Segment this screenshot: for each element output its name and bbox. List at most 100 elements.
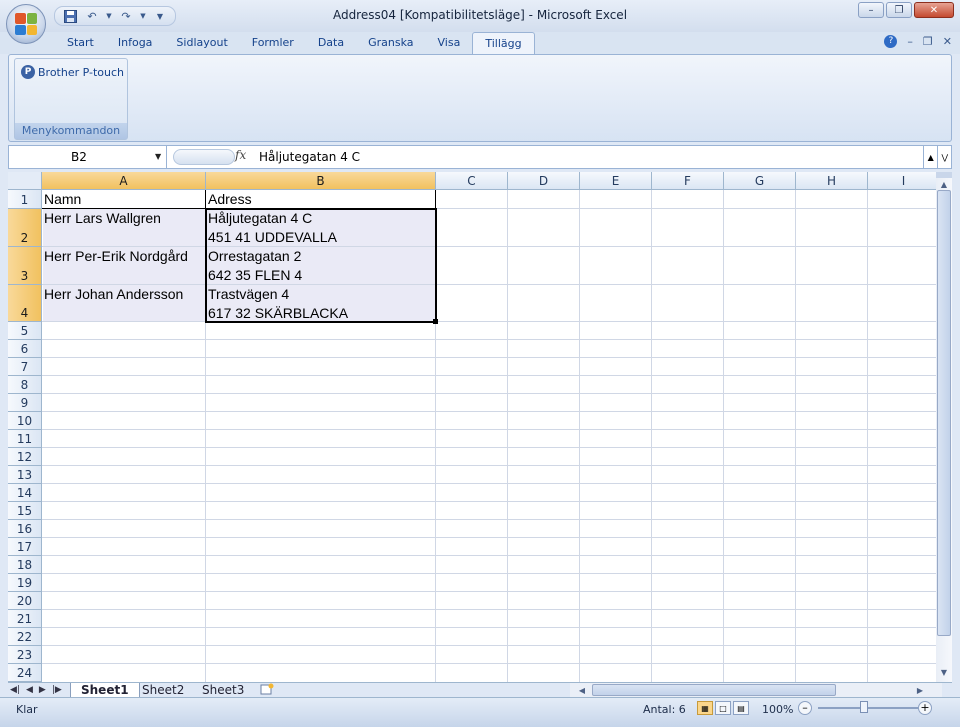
row-header[interactable]: 9 — [8, 394, 42, 412]
tab-formler[interactable]: Formler — [240, 32, 306, 54]
insert-sheet-icon[interactable] — [254, 683, 280, 698]
row-header[interactable]: 10 — [8, 412, 42, 430]
row-header[interactable]: 5 — [8, 322, 42, 340]
redo-icon[interactable]: ↷ — [117, 8, 135, 24]
tab-infoga[interactable]: Infoga — [106, 32, 165, 54]
row-header[interactable]: 4 — [8, 285, 42, 322]
last-sheet-icon[interactable]: |▶ — [52, 683, 62, 697]
gridline — [42, 357, 942, 358]
redo-dropdown-icon[interactable]: ▼ — [139, 8, 147, 24]
zoom-in-icon[interactable]: + — [918, 701, 932, 715]
restore-button[interactable]: ❐ — [886, 2, 912, 18]
row-header[interactable]: 21 — [8, 610, 42, 628]
close-button[interactable]: ✕ — [914, 2, 954, 18]
row-header[interactable]: 18 — [8, 556, 42, 574]
fill-handle[interactable] — [433, 319, 438, 324]
page-layout-view-icon[interactable]: □ — [715, 701, 731, 715]
sheet-tab-sheet3[interactable]: Sheet3 — [192, 683, 254, 698]
save-icon[interactable] — [61, 8, 79, 24]
formula-bar-divider[interactable] — [173, 149, 235, 165]
column-header-f[interactable]: F — [652, 172, 724, 190]
row-header[interactable]: 3 — [8, 247, 42, 285]
zoom-slider[interactable] — [818, 707, 918, 709]
horizontal-scroll-thumb[interactable] — [592, 684, 836, 696]
tab-tillagg[interactable]: Tillägg — [472, 32, 535, 54]
column-header-d[interactable]: D — [508, 172, 580, 190]
workbook-close-icon[interactable]: ✕ — [943, 35, 952, 48]
row-header[interactable]: 17 — [8, 538, 42, 556]
status-ready: Klar — [16, 703, 38, 716]
column-header-i[interactable]: I — [868, 172, 940, 190]
name-box-dropdown-icon[interactable]: ▼ — [155, 146, 161, 168]
sheet-tab-sheet1[interactable]: Sheet1 — [70, 683, 140, 698]
cell-a2[interactable]: Herr Lars Wallgren — [42, 209, 205, 228]
undo-dropdown-icon[interactable]: ▼ — [105, 8, 113, 24]
scroll-down-icon[interactable]: ▼ — [936, 664, 952, 680]
tab-granska[interactable]: Granska — [356, 32, 425, 54]
row-header[interactable]: 23 — [8, 646, 42, 664]
prev-sheet-icon[interactable]: ◀ — [26, 683, 33, 697]
scroll-right-icon[interactable]: ▶ — [912, 682, 928, 698]
office-button[interactable] — [6, 4, 46, 44]
page-break-view-icon[interactable]: ▤ — [733, 701, 749, 715]
zoom-slider-thumb[interactable] — [860, 701, 868, 713]
row-header[interactable]: 19 — [8, 574, 42, 592]
workbook-minimize-icon[interactable]: – — [907, 35, 913, 48]
row-header[interactable]: 14 — [8, 484, 42, 502]
column-header-b[interactable]: B — [206, 172, 436, 190]
cell-a4[interactable]: Herr Johan Andersson — [42, 285, 205, 304]
ribbon-panel: P Brother P-touch Menykommandon — [8, 54, 952, 142]
row-header[interactable]: 2 — [8, 209, 42, 247]
row-header[interactable]: 7 — [8, 358, 42, 376]
customize-icon[interactable]: ▼ — [151, 8, 169, 24]
next-sheet-icon[interactable]: ▶ — [39, 683, 46, 697]
row-header[interactable]: 12 — [8, 448, 42, 466]
insert-function-icon[interactable]: fx — [235, 148, 246, 162]
expand-formula-icon[interactable]: ⋁ — [937, 146, 951, 168]
row-header[interactable]: 11 — [8, 430, 42, 448]
horizontal-scrollbar[interactable]: ◀ ▶ — [570, 683, 942, 698]
row-header[interactable]: 16 — [8, 520, 42, 538]
row-header[interactable]: 24 — [8, 664, 42, 682]
cell-a1[interactable]: Namn — [42, 190, 205, 209]
formula-bar-expand[interactable]: ▲ ⋁ — [923, 146, 951, 168]
first-sheet-icon[interactable]: ◀| — [10, 683, 20, 697]
gridline — [42, 609, 942, 610]
column-header-a[interactable]: A — [42, 172, 206, 190]
gridline — [42, 591, 942, 592]
undo-icon[interactable]: ↶ — [83, 8, 101, 24]
tab-sidlayout[interactable]: Sidlayout — [164, 32, 239, 54]
workbook-restore-icon[interactable]: ❐ — [923, 35, 933, 48]
column-header-c[interactable]: C — [436, 172, 508, 190]
row-header[interactable]: 8 — [8, 376, 42, 394]
row-header[interactable]: 15 — [8, 502, 42, 520]
normal-view-icon[interactable]: ▦ — [697, 701, 713, 715]
brother-ptouch-button[interactable]: P Brother P-touch — [21, 65, 124, 79]
formula-scroll-icon[interactable]: ▲ — [924, 146, 937, 168]
help-icon[interactable]: ? — [884, 35, 898, 48]
tab-start[interactable]: Start — [55, 32, 106, 54]
column-header-h[interactable]: H — [796, 172, 868, 190]
column-header-g[interactable]: G — [724, 172, 796, 190]
scroll-left-icon[interactable]: ◀ — [574, 682, 590, 698]
select-all-corner[interactable] — [8, 172, 42, 190]
cell-a3[interactable]: Herr Per-Erik Nordgård — [42, 247, 205, 266]
row-header[interactable]: 22 — [8, 628, 42, 646]
minimize-button[interactable]: – — [858, 2, 884, 18]
ribbon-tabs: Start Infoga Sidlayout Formler Data Gran… — [55, 32, 535, 54]
formula-content[interactable]: Håljutegatan 4 C — [259, 146, 360, 168]
column-header-e[interactable]: E — [580, 172, 652, 190]
sheet-tab-sheet2[interactable]: Sheet2 — [132, 683, 194, 698]
tab-data[interactable]: Data — [306, 32, 356, 54]
row-header[interactable]: 1 — [8, 190, 42, 209]
zoom-level[interactable]: 100% — [762, 703, 793, 716]
row-header[interactable]: 6 — [8, 340, 42, 358]
tab-visa[interactable]: Visa — [426, 32, 473, 54]
row-header[interactable]: 20 — [8, 592, 42, 610]
row-header[interactable]: 13 — [8, 466, 42, 484]
vertical-scrollbar[interactable]: ▲ ▼ — [936, 172, 952, 682]
vertical-scroll-thumb[interactable] — [937, 190, 951, 636]
name-box[interactable]: B2 — [9, 146, 167, 168]
cell-b1[interactable]: Adress — [206, 190, 435, 209]
zoom-out-icon[interactable]: – — [798, 701, 812, 715]
